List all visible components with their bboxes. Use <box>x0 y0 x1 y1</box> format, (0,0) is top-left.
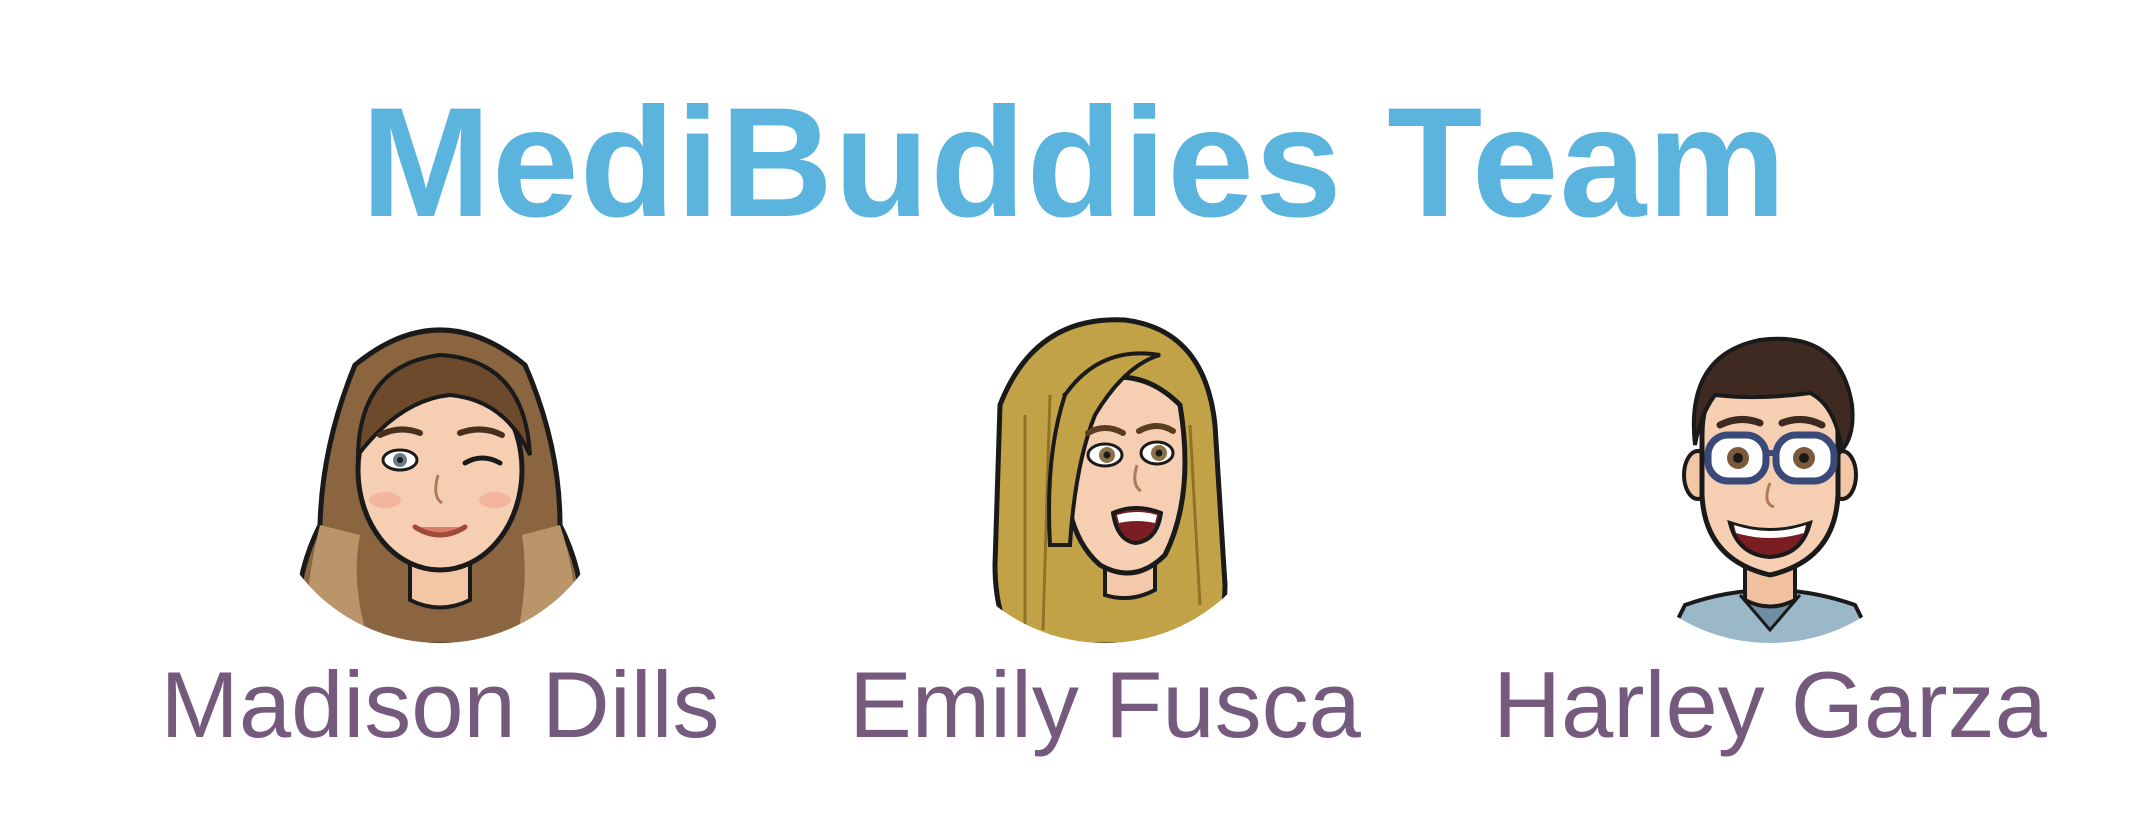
woman-blonde-hair-avatar-icon <box>927 287 1283 643</box>
avatar <box>1590 285 1950 645</box>
page-title: MediBuddies Team <box>360 76 1788 250</box>
member-name: Harley Garza <box>1493 652 2047 757</box>
avatar <box>260 285 620 645</box>
avatar <box>925 285 1285 645</box>
team-member-card: Emily Fusca <box>755 285 1455 785</box>
member-name: Madison Dills <box>160 652 720 757</box>
team-member-card: Madison Dills <box>90 285 790 785</box>
man-glasses-avatar-icon <box>1592 287 1948 643</box>
team-member-card: Harley Garza <box>1420 285 2120 785</box>
member-name: Emily Fusca <box>849 652 1361 757</box>
woman-brown-hair-avatar-icon <box>262 287 618 643</box>
